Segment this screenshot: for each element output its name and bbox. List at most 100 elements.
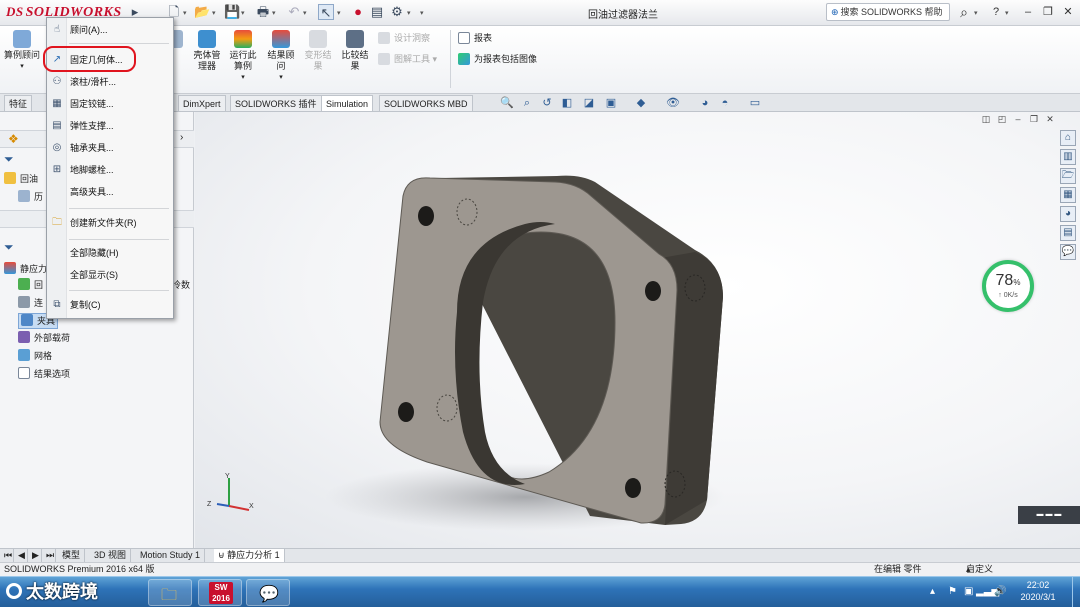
resources-icon[interactable]: ▥: [1060, 149, 1076, 165]
view-settings-icon[interactable]: ▭: [748, 97, 762, 109]
zoom-to-fit-icon[interactable]: 🔍: [500, 97, 514, 109]
chevron-right-icon[interactable]: ›: [180, 132, 183, 143]
chevron-down-icon[interactable]: ▾: [407, 9, 411, 17]
include-image-button[interactable]: 为报表包括图像: [458, 53, 537, 65]
tab-3d-view[interactable]: 3D 视图: [90, 549, 132, 562]
units-dropdown[interactable]: 自定义 ▴: [966, 563, 993, 576]
forum-icon[interactable]: 💬: [1060, 244, 1076, 260]
flange-model[interactable]: [195, 112, 1080, 548]
search-icon[interactable]: ⌕: [956, 4, 972, 20]
tab-static-study[interactable]: ⊌ 静应力分析 1: [214, 549, 285, 562]
system-clock[interactable]: 22:02 2020/3/1: [1010, 579, 1066, 603]
tab-nav-prev-icon[interactable]: ◀: [14, 549, 28, 562]
appearances-icon[interactable]: ◕: [1060, 206, 1076, 222]
study-advisor-button[interactable]: 算例顾问 ▾: [4, 30, 40, 72]
tab-simulation[interactable]: Simulation: [321, 95, 374, 111]
section-view-icon[interactable]: ◧: [560, 97, 574, 109]
tab-features[interactable]: 特征: [4, 95, 33, 111]
tree-history[interactable]: 历: [18, 190, 43, 204]
tree-mesh[interactable]: 网格: [18, 349, 52, 363]
restore-icon[interactable]: ❐: [1040, 4, 1056, 20]
tray-flag-icon[interactable]: ⚑: [948, 586, 957, 597]
tree-part-root[interactable]: 回油: [4, 172, 38, 186]
tab-model[interactable]: 模型: [58, 549, 86, 562]
menu-item-show-all[interactable]: 全部显示(S): [47, 265, 173, 285]
previous-view-icon[interactable]: ↺: [540, 97, 554, 109]
menu-item-copy[interactable]: ⧉ 复制(C): [47, 295, 173, 315]
show-desktop-button[interactable]: [1072, 577, 1080, 607]
filter-icon[interactable]: ⏷: [4, 240, 14, 255]
report-button[interactable]: 报表: [458, 32, 492, 44]
home-icon[interactable]: ⌂: [1060, 130, 1076, 146]
performance-gauge[interactable]: 78% ↑ 0K/s: [982, 260, 1034, 312]
tray-app-icon[interactable]: ▣: [964, 586, 973, 597]
minimize-icon[interactable]: –: [1020, 4, 1036, 20]
save-icon[interactable]: 💾: [224, 4, 240, 20]
tree-connections[interactable]: 连: [18, 296, 43, 310]
deformed-result-button[interactable]: 变形结果: [302, 30, 334, 72]
chevron-down-icon[interactable]: ▾: [974, 9, 978, 17]
tree-result-options[interactable]: 结果选项: [18, 367, 70, 381]
chevron-down-icon[interactable]: ▾: [212, 9, 216, 17]
tab-nav-last-icon[interactable]: ⏭: [42, 549, 56, 562]
menu-item-advanced-fixture[interactable]: 高级夹具...: [47, 182, 173, 202]
taskbar-solidworks[interactable]: SW 2016: [198, 579, 242, 606]
menu-item-roller-slider[interactable]: ⚇ 滚柱/滑杆...: [47, 72, 173, 92]
chevron-down-icon[interactable]: ▾: [272, 9, 276, 17]
run-study-button[interactable]: 运行此算例 ▾: [228, 30, 258, 83]
tree-part-item[interactable]: 回: [18, 278, 43, 292]
filter-icon[interactable]: ⏷: [4, 152, 14, 167]
tab-nav-first-icon[interactable]: ⏮: [0, 549, 14, 562]
custom-properties-icon[interactable]: ▤: [1060, 225, 1076, 241]
viewport-tray-widget[interactable]: ▬ ▬ ▬: [1018, 506, 1080, 524]
chevron-down-icon[interactable]: ▾: [420, 9, 424, 17]
volume-icon[interactable]: 🔊: [994, 586, 1006, 597]
chevron-down-icon[interactable]: ▾: [337, 9, 341, 17]
help-icon[interactable]: ?: [988, 4, 1004, 20]
plot-tools-button[interactable]: 图解工具 ▾: [378, 53, 437, 65]
chevron-down-icon[interactable]: ▾: [241, 9, 245, 17]
menu-item-bearing-fixture[interactable]: ◎ 轴承夹具...: [47, 138, 173, 158]
tab-mbd[interactable]: SOLIDWORKS MBD: [379, 95, 473, 111]
menu-item-hide-all[interactable]: 全部隐藏(H): [47, 243, 173, 263]
menu-item-fixed-hinge[interactable]: ▦ 固定铰链...: [47, 94, 173, 114]
graphics-viewport[interactable]: ◫ ◰ – ❐ ✕ Y X Z 78% ↑ 0K/s ⌂ ▥ 🗁 ▦ ◕ ▤ 💬…: [195, 112, 1080, 548]
tab-dimxpert[interactable]: DimXpert: [178, 95, 226, 111]
feature-manager-tab-icon[interactable]: ❖: [8, 132, 19, 146]
results-advisor-button[interactable]: 结果顾问 ▾: [266, 30, 296, 83]
chevron-down-icon[interactable]: ▾: [303, 9, 307, 17]
taskbar-wechat[interactable]: 💬: [246, 579, 290, 606]
tab-motion-study[interactable]: Motion Study 1: [136, 549, 206, 562]
view-palette-icon[interactable]: ▦: [1060, 187, 1076, 203]
traffic-light-icon[interactable]: ●: [350, 4, 366, 20]
undo-icon[interactable]: ↶: [286, 4, 302, 20]
print-icon[interactable]: 🖶: [255, 4, 271, 20]
tree-external-loads[interactable]: 外部载荷: [18, 331, 70, 345]
menu-item-create-folder[interactable]: 🗀 创建新文件夹(R): [47, 213, 173, 233]
scene-icon[interactable]: ◓: [718, 97, 732, 109]
menu-item-foundation-bolt[interactable]: ⊞ 地脚螺栓...: [47, 160, 173, 180]
help-search-input[interactable]: ⊕ 搜索 SOLIDWORKS 帮助: [826, 3, 950, 21]
taskbar-file-explorer[interactable]: 🗀: [148, 579, 192, 606]
display-style-icon[interactable]: ◆: [634, 97, 648, 109]
edit-appearance-icon[interactable]: ◕: [698, 97, 712, 109]
design-insight-button[interactable]: 设计洞察: [378, 32, 430, 44]
chevron-down-icon[interactable]: ▾: [183, 9, 187, 17]
tray-expand-icon[interactable]: ▴: [930, 586, 935, 597]
tab-nav-next-icon[interactable]: ▶: [28, 549, 42, 562]
menu-item-advisor[interactable]: ☝ 顾问(A)...: [47, 20, 173, 40]
select-arrow-icon[interactable]: ↖: [318, 4, 334, 20]
shell-manager-button[interactable]: 壳体管理器: [190, 30, 224, 72]
dynamic-annotation-icon[interactable]: ◪: [582, 97, 596, 109]
hide-show-icon[interactable]: 👁: [666, 97, 680, 109]
menu-item-elastic-support[interactable]: ▤ 弹性支撑...: [47, 116, 173, 136]
chevron-down-icon[interactable]: ▾: [1005, 9, 1009, 17]
open-folder-icon[interactable]: 📂: [194, 4, 210, 20]
zoom-area-icon[interactable]: ⌕: [520, 97, 534, 109]
tab-addins[interactable]: SOLIDWORKS 插件: [230, 95, 322, 111]
view-orientation-icon[interactable]: ▣: [604, 97, 618, 109]
close-icon[interactable]: ✕: [1060, 4, 1076, 20]
compare-results-button[interactable]: 比较结果: [338, 30, 372, 72]
file-explorer-icon[interactable]: 🗁: [1060, 168, 1076, 184]
options-gear-icon[interactable]: ⚙: [389, 4, 405, 20]
